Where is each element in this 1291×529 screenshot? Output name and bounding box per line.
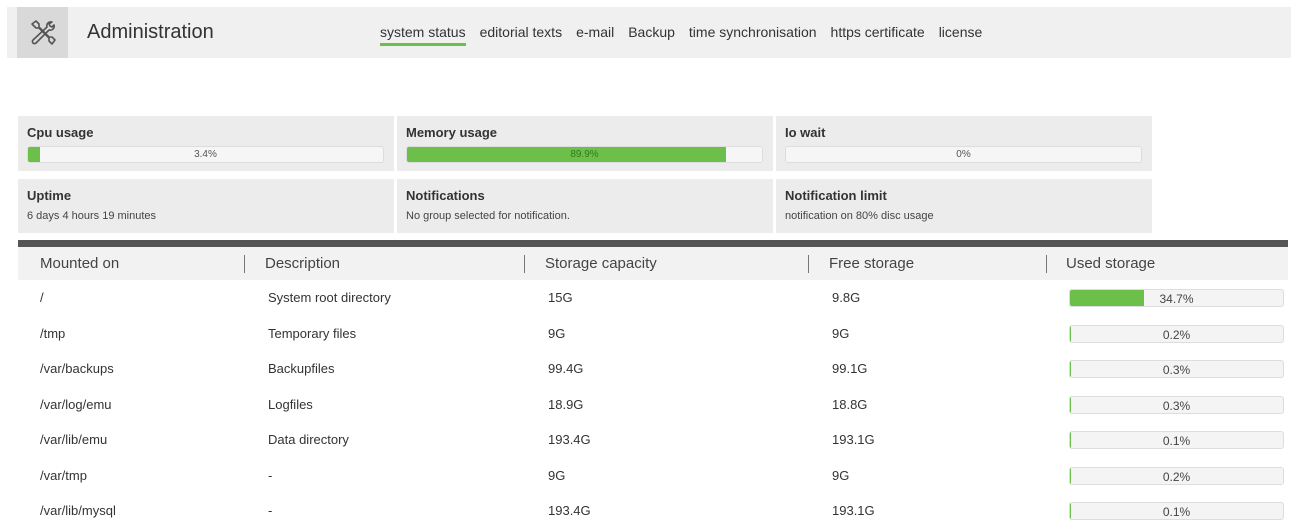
memory-usage-panel: Memory usage 89.9% xyxy=(397,116,773,171)
tab-time-synchronisation[interactable]: time synchronisation xyxy=(689,24,817,46)
capacity-cell: 9G xyxy=(548,326,565,341)
free-storage-cell: 9G xyxy=(832,468,849,483)
notification-limit-value: notification on 80% disc usage xyxy=(785,210,1143,222)
capacity-cell: 193.4G xyxy=(548,432,591,447)
table-row: /var/backups Backupfiles 99.4G 99.1G 0.3% xyxy=(18,351,1288,387)
table-row: /tmp Temporary files 9G 9G 0.2% xyxy=(18,316,1288,352)
used-storage-label: 0.2% xyxy=(1070,470,1283,484)
capacity-cell: 99.4G xyxy=(548,361,583,376)
column-divider xyxy=(524,255,525,273)
notification-limit-panel: Notification limit notification on 80% d… xyxy=(776,179,1152,233)
io-wait-panel: Io wait 0% xyxy=(776,116,1152,171)
free-storage-cell: 9G xyxy=(832,326,849,341)
memory-usage-title: Memory usage xyxy=(406,125,764,140)
tab-license[interactable]: license xyxy=(939,24,983,46)
capacity-cell: 193.4G xyxy=(548,503,591,518)
description-cell: Data directory xyxy=(268,432,349,447)
used-storage-bar: 0.3% xyxy=(1069,396,1284,414)
description-cell: Temporary files xyxy=(268,326,356,341)
column-divider xyxy=(1046,255,1047,273)
cpu-usage-panel: Cpu usage 3.4% xyxy=(18,116,394,171)
notifications-value: No group selected for notification. xyxy=(406,210,764,222)
used-storage-label: 0.1% xyxy=(1070,434,1283,448)
used-storage-label: 0.2% xyxy=(1070,328,1283,342)
memory-usage-bar: 89.9% xyxy=(406,146,763,163)
used-storage-bar: 0.2% xyxy=(1069,467,1284,485)
col-description[interactable]: Description xyxy=(265,255,340,272)
tab-system-status[interactable]: system status xyxy=(380,24,466,46)
table-row: /var/lib/emu Data directory 193.4G 193.1G 0.… xyxy=(18,422,1288,458)
cpu-usage-title: Cpu usage xyxy=(27,125,385,140)
column-divider xyxy=(808,255,809,273)
table-top-rule xyxy=(18,240,1288,247)
admin-nav: system status editorial texts e-mail Bac… xyxy=(380,24,996,46)
tab-e-mail[interactable]: e-mail xyxy=(576,24,614,46)
notification-limit-title: Notification limit xyxy=(785,188,1143,203)
capacity-cell: 18.9G xyxy=(548,397,583,412)
used-storage-bar: 0.1% xyxy=(1069,431,1284,449)
uptime-panel: Uptime 6 days 4 hours 19 minutes xyxy=(18,179,394,233)
cpu-usage-label: 3.4% xyxy=(28,149,383,160)
tools-icon xyxy=(17,7,68,58)
tab-backup[interactable]: Backup xyxy=(628,24,675,46)
page-title: Administration xyxy=(87,21,214,44)
mount-cell: / xyxy=(40,290,44,305)
io-wait-bar: 0% xyxy=(785,146,1142,163)
admin-header: Administration system status editorial t… xyxy=(7,7,1291,58)
notifications-title: Notifications xyxy=(406,188,764,203)
mount-cell: /var/backups xyxy=(40,361,114,376)
free-storage-cell: 9.8G xyxy=(832,290,860,305)
cpu-usage-bar: 3.4% xyxy=(27,146,384,163)
col-used-storage[interactable]: Used storage xyxy=(1066,255,1155,272)
used-storage-bar: 0.1% xyxy=(1069,502,1284,520)
description-cell: Logfiles xyxy=(268,397,313,412)
mount-cell: /var/log/emu xyxy=(40,397,112,412)
used-storage-label: 0.3% xyxy=(1070,363,1283,377)
capacity-cell: 9G xyxy=(548,468,565,483)
table-row: /var/log/emu Logfiles 18.9G 18.8G 0.3% xyxy=(18,387,1288,423)
mount-cell: /tmp xyxy=(40,326,65,341)
used-storage-bar: 34.7% xyxy=(1069,289,1284,307)
io-wait-title: Io wait xyxy=(785,125,1143,140)
notifications-panel: Notifications No group selected for noti… xyxy=(397,179,773,233)
uptime-value: 6 days 4 hours 19 minutes xyxy=(27,210,385,222)
col-mounted-on[interactable]: Mounted on xyxy=(40,255,119,272)
used-storage-label: 0.3% xyxy=(1070,399,1283,413)
description-cell: Backupfiles xyxy=(268,361,334,376)
used-storage-label: 34.7% xyxy=(1070,292,1283,306)
uptime-title: Uptime xyxy=(27,188,385,203)
col-free-storage[interactable]: Free storage xyxy=(829,255,914,272)
used-storage-bar: 0.2% xyxy=(1069,325,1284,343)
used-storage-bar: 0.3% xyxy=(1069,360,1284,378)
tab-editorial-texts[interactable]: editorial texts xyxy=(480,24,562,46)
storage-table-header: Mounted on Description Storage capacity … xyxy=(18,247,1288,280)
col-storage-capacity[interactable]: Storage capacity xyxy=(545,255,657,272)
tab-https-certificate[interactable]: https certificate xyxy=(831,24,925,46)
table-row: /var/lib/mysql - 193.4G 193.1G 0.1% xyxy=(18,493,1288,529)
free-storage-cell: 99.1G xyxy=(832,361,867,376)
memory-usage-label: 89.9% xyxy=(407,149,762,160)
description-cell: System root directory xyxy=(268,290,391,305)
free-storage-cell: 193.1G xyxy=(832,503,875,518)
free-storage-cell: 193.1G xyxy=(832,432,875,447)
mount-cell: /var/lib/emu xyxy=(40,432,107,447)
capacity-cell: 15G xyxy=(548,290,573,305)
table-row: / System root directory 15G 9.8G 34.7% xyxy=(18,280,1288,316)
mount-cell: /var/tmp xyxy=(40,468,87,483)
table-row: /var/tmp - 9G 9G 0.2% xyxy=(18,458,1288,494)
io-wait-label: 0% xyxy=(786,149,1141,160)
description-cell: - xyxy=(268,503,272,518)
description-cell: - xyxy=(268,468,272,483)
mount-cell: /var/lib/mysql xyxy=(40,503,116,518)
column-divider xyxy=(244,255,245,273)
free-storage-cell: 18.8G xyxy=(832,397,867,412)
